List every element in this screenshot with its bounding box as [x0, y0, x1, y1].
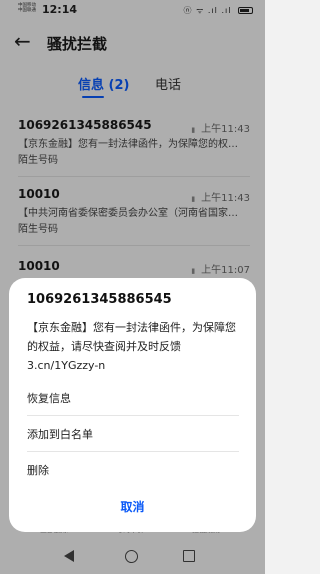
sheet-title: 1069261345886545	[27, 292, 172, 307]
sheet-divider	[27, 451, 239, 452]
add-to-whitelist-option[interactable]: 添加到白名单	[27, 426, 239, 442]
action-sheet: 1069261345886545 【京东金融】您有一封法律函件，为保障您的权益，…	[9, 278, 256, 532]
sheet-message-body: 【京东金融】您有一封法律函件，为保障您的权益，请尽快查阅并及时反馈3.cn/1Y…	[27, 321, 236, 372]
restore-message-option[interactable]: 恢复信息	[27, 390, 239, 406]
app-screen: 中国移动 中国联通 12:14 ⓝ ᯤ .ıl .ıl ← 骚扰拦截 信息 (2…	[0, 0, 265, 574]
cancel-button[interactable]: 取消	[9, 498, 256, 515]
delete-option[interactable]: 删除	[27, 462, 239, 478]
sheet-divider	[27, 415, 239, 416]
